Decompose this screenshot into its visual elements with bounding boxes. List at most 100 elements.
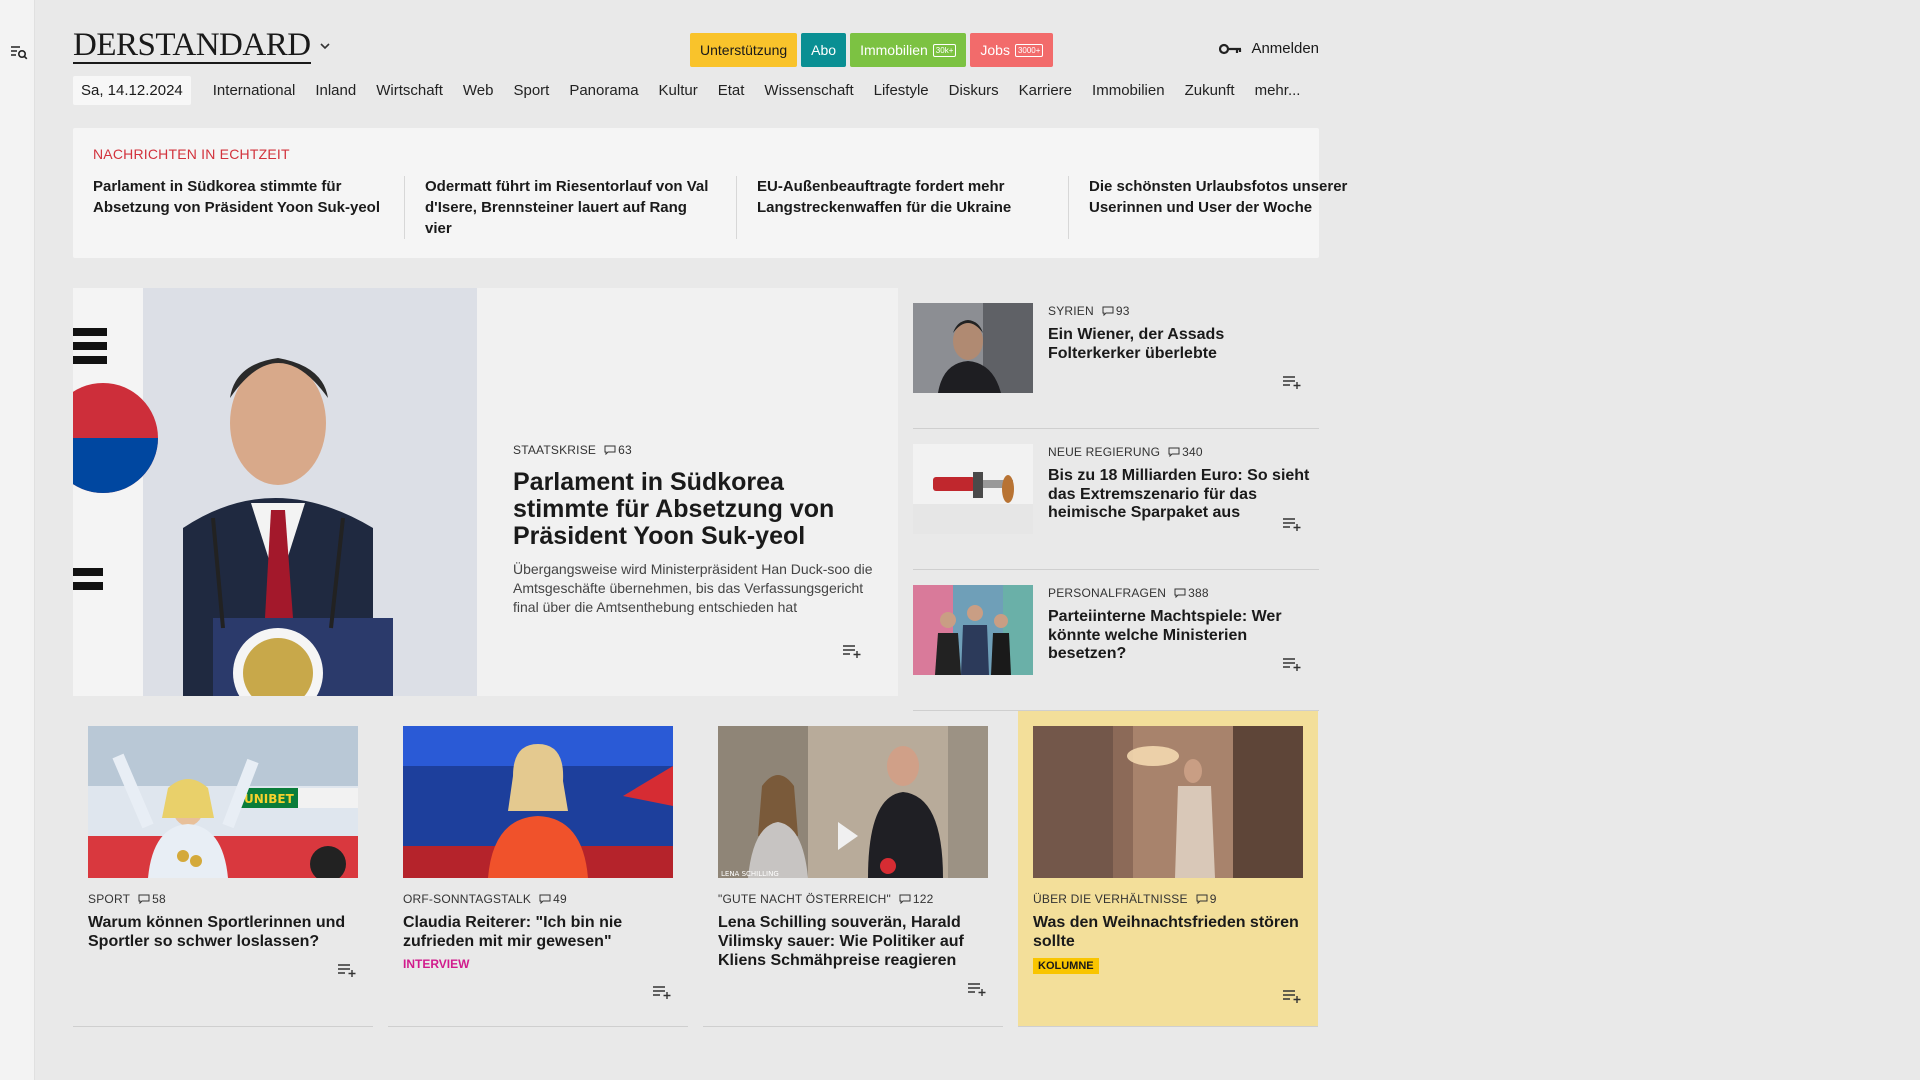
- hero-title[interactable]: Parlament in Südkorea stimmte für Absetz…: [513, 469, 873, 550]
- pill-immobilien[interactable]: Immobilien 30k+: [850, 33, 967, 67]
- add-to-list-icon[interactable]: [1283, 517, 1303, 531]
- main-nav: Sa, 14.12.2024 International Inland Wirt…: [73, 76, 1310, 105]
- nav-item-international[interactable]: International: [203, 82, 306, 99]
- teaser-card[interactable]: LENA SCHILLING "GUTE NACHT ÖSTERREICH" 1…: [703, 711, 1003, 1027]
- comment-count[interactable]: 9: [1196, 892, 1217, 906]
- card-title[interactable]: Was den Weihnachtsfrieden stören sollte: [1033, 913, 1308, 951]
- card-kicker: "GUTE NACHT ÖSTERREICH": [718, 892, 891, 906]
- key-icon: [1219, 43, 1243, 55]
- comment-count[interactable]: 340: [1168, 445, 1203, 459]
- pill-label: Jobs: [980, 42, 1010, 58]
- side-kicker: SYRIEN: [1048, 304, 1094, 318]
- article-image[interactable]: [1033, 726, 1303, 878]
- nav-item-wirtschaft[interactable]: Wirtschaft: [366, 82, 453, 99]
- comment-count[interactable]: 63: [604, 443, 632, 457]
- card-title[interactable]: Warum können Sportlerinnen und Sportler …: [88, 913, 363, 951]
- side-title[interactable]: Bis zu 18 Milliarden Euro: So sieht das …: [1048, 467, 1313, 523]
- article-image[interactable]: [913, 444, 1033, 534]
- add-to-list-icon[interactable]: [1283, 375, 1303, 389]
- comment-count[interactable]: 388: [1174, 586, 1209, 600]
- article-image[interactable]: LENA SCHILLING: [718, 726, 988, 878]
- comment-count-value: 49: [553, 892, 567, 906]
- card-text: ORF-SONNTAGSTALK 49 Claudia Reiterer: "I…: [403, 892, 678, 971]
- chevron-down-icon[interactable]: [319, 42, 331, 50]
- nav-item-sport[interactable]: Sport: [503, 82, 559, 99]
- pill-jobs[interactable]: Jobs 3000+: [970, 33, 1054, 67]
- card-title[interactable]: Claudia Reiterer: "Ich bin nie zufrieden…: [403, 913, 678, 951]
- card-text: ÜBER DIE VERHÄLTNISSE 9 Was den Weihnach…: [1033, 892, 1308, 974]
- image-banner-text: UNIBET: [244, 792, 295, 806]
- side-article-text: PERSONALFRAGEN 388 Parteiinterne Machtsp…: [1048, 586, 1313, 664]
- comment-count-value: 58: [152, 892, 166, 906]
- card-title[interactable]: Lena Schilling souverän, Harald Vilimsky…: [718, 913, 993, 970]
- add-to-list-icon[interactable]: [1283, 657, 1303, 671]
- comment-icon: [1174, 588, 1186, 598]
- nav-item-wissenschaft[interactable]: Wissenschaft: [754, 82, 863, 99]
- comment-count[interactable]: 122: [899, 892, 934, 906]
- article-image[interactable]: [913, 585, 1033, 675]
- logo[interactable]: DERSTANDARD: [73, 29, 311, 64]
- pill-abo[interactable]: Abo: [801, 33, 847, 67]
- nav-item-web[interactable]: Web: [453, 82, 504, 99]
- pill-unterstuetzung[interactable]: Unterstützung: [690, 33, 798, 67]
- nav-item-karriere[interactable]: Karriere: [1009, 82, 1082, 99]
- teaser-card-highlight[interactable]: ÜBER DIE VERHÄLTNISSE 9 Was den Weihnach…: [1018, 711, 1318, 1027]
- add-to-list-icon[interactable]: [1283, 989, 1303, 1003]
- interview-tag: INTERVIEW: [403, 957, 470, 971]
- nav-item-kultur[interactable]: Kultur: [649, 82, 708, 99]
- nav-item-more[interactable]: mehr...: [1245, 82, 1311, 99]
- login-button[interactable]: Anmelden: [1219, 40, 1319, 57]
- card-kicker-row: "GUTE NACHT ÖSTERREICH" 122: [718, 892, 993, 906]
- ticker-item[interactable]: Parlament in Südkorea stimmte für Absetz…: [93, 176, 405, 239]
- side-article[interactable]: PERSONALFRAGEN 388 Parteiinterne Machtsp…: [913, 570, 1319, 711]
- add-to-list-icon[interactable]: [968, 982, 988, 996]
- card-kicker: ÜBER DIE VERHÄLTNISSE: [1033, 892, 1188, 906]
- teaser-cards: UNIBET SPORT 58 Warum können Sportlerinn…: [73, 711, 1318, 1027]
- login-label: Anmelden: [1251, 40, 1319, 57]
- add-to-list-icon[interactable]: [653, 985, 673, 999]
- ticker-item[interactable]: Odermatt führt im Riesentorlauf von Val …: [425, 176, 737, 239]
- nav-item-etat[interactable]: Etat: [708, 82, 755, 99]
- ticker-item[interactable]: EU-Außenbeauftragte fordert mehr Langstr…: [757, 176, 1069, 239]
- side-title[interactable]: Ein Wiener, der Assads Folterkerker über…: [1048, 326, 1313, 363]
- comment-count[interactable]: 49: [539, 892, 567, 906]
- nav-item-immobilien[interactable]: Immobilien: [1082, 82, 1175, 99]
- news-ticker: NACHRICHTEN IN ECHTZEIT Parlament in Süd…: [73, 128, 1347, 258]
- pill-count-badge: 3000+: [1014, 43, 1044, 57]
- kolumne-tag: KOLUMNE: [1033, 958, 1099, 974]
- side-title[interactable]: Parteiinterne Machtspiele: Wer könnte we…: [1048, 608, 1313, 664]
- comment-count[interactable]: 58: [138, 892, 166, 906]
- nav-item-zukunft[interactable]: Zukunft: [1175, 82, 1245, 99]
- nav-item-diskurs[interactable]: Diskurs: [939, 82, 1009, 99]
- left-sidebar: [0, 0, 35, 1080]
- card-text: "GUTE NACHT ÖSTERREICH" 122 Lena Schilli…: [718, 892, 993, 970]
- comment-count[interactable]: 93: [1102, 304, 1130, 318]
- hero-image[interactable]: [73, 288, 477, 696]
- ticker-item[interactable]: Die schönsten Urlaubsfotos unserer Useri…: [1089, 176, 1401, 239]
- nav-item-lifestyle[interactable]: Lifestyle: [864, 82, 939, 99]
- add-to-list-icon[interactable]: [843, 644, 863, 658]
- side-article[interactable]: SYRIEN 93 Ein Wiener, der Assads Folterk…: [913, 288, 1319, 429]
- comment-count-value: 93: [1115, 304, 1130, 318]
- hero-kicker: STAATSKRISE: [513, 443, 597, 457]
- comment-count-value: 63: [618, 443, 632, 457]
- date-display: Sa, 14.12.2024: [73, 76, 191, 105]
- side-articles: SYRIEN 93 Ein Wiener, der Assads Folterk…: [913, 288, 1319, 711]
- comment-icon: [604, 445, 616, 455]
- comment-icon: [1168, 447, 1180, 457]
- article-image[interactable]: [913, 303, 1033, 393]
- article-image[interactable]: [403, 726, 673, 878]
- add-to-list-icon[interactable]: [338, 963, 358, 977]
- teaser-card[interactable]: ORF-SONNTAGSTALK 49 Claudia Reiterer: "I…: [388, 711, 688, 1027]
- hero-article[interactable]: STAATSKRISE 63 Parlament in Südkorea sti…: [73, 288, 898, 696]
- side-article[interactable]: NEUE REGIERUNG 340 Bis zu 18 Milliarden …: [913, 429, 1319, 570]
- nav-item-panorama[interactable]: Panorama: [559, 82, 648, 99]
- header: DERSTANDARD Unterstützung Abo Immobilien…: [73, 28, 1319, 68]
- article-image[interactable]: UNIBET: [88, 726, 358, 878]
- menu-search-icon[interactable]: [9, 42, 29, 62]
- comment-count-value: 388: [1188, 586, 1209, 600]
- side-kicker-row: NEUE REGIERUNG 340: [1048, 445, 1313, 459]
- comment-icon: [138, 894, 150, 904]
- teaser-card[interactable]: UNIBET SPORT 58 Warum können Sportlerinn…: [73, 711, 373, 1027]
- nav-item-inland[interactable]: Inland: [305, 82, 366, 99]
